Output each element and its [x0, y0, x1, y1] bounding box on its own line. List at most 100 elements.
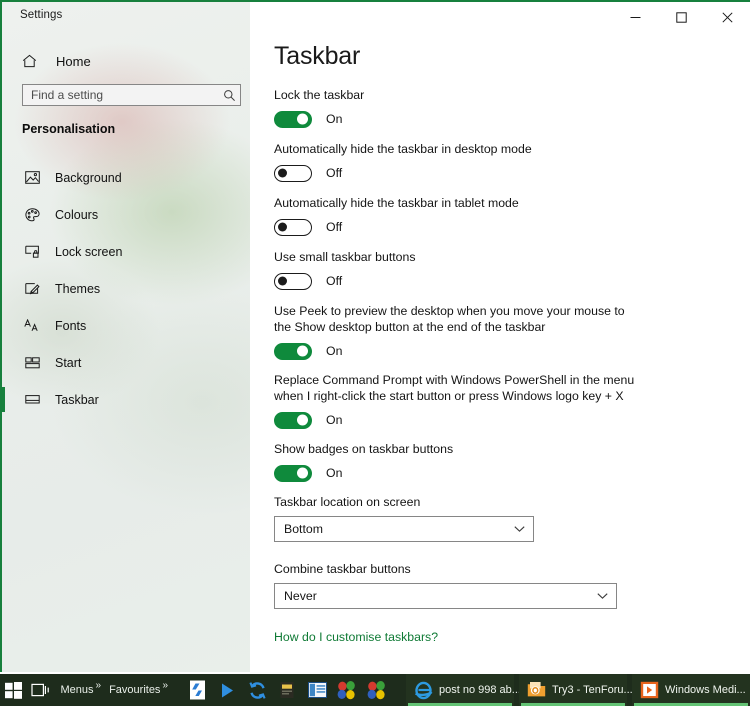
sidebar-item-background[interactable]: Background [2, 159, 250, 196]
dropdown-value: Never [284, 589, 317, 603]
toggle-use-peek[interactable] [274, 342, 312, 360]
sidebar-item-colours[interactable]: Colours [2, 196, 250, 233]
settings-sidebar: Home Personalisation [2, 2, 250, 672]
setting-label: Replace Command Prompt with Windows Powe… [274, 373, 635, 403]
minimize-icon[interactable] [612, 2, 658, 32]
balloons-colour-icon[interactable] [332, 674, 362, 706]
toolbar-menus[interactable]: Menus » [58, 674, 103, 706]
sidebar-item-label: Fonts [55, 318, 87, 333]
chevron-down-icon [514, 526, 525, 533]
sidebar-item-label: Start [55, 355, 82, 370]
toggle-state-label: Off [326, 220, 343, 234]
palette-icon [22, 205, 42, 225]
toggle-auto-hide-tablet-mode[interactable] [274, 218, 312, 236]
toggle-lock-the-taskbar[interactable] [274, 110, 312, 128]
chevron-double-right-icon[interactable]: » [162, 679, 168, 693]
toggle-knob [278, 168, 287, 178]
toggle-knob [297, 345, 308, 357]
toggle-row: On [274, 410, 734, 430]
toggle-state-label: Off [326, 274, 343, 288]
sidebar-item-home[interactable]: Home [2, 47, 250, 75]
sidebar-item-label: Background [55, 170, 122, 185]
help-link-customise-taskbars[interactable]: How do I customise taskbars? [274, 630, 438, 644]
sidebar-item-label: Colours [55, 207, 99, 222]
search-icon[interactable] [218, 85, 240, 105]
sidebar-item-label: Taskbar [55, 392, 99, 407]
close-icon[interactable] [704, 2, 750, 32]
folder-card-icon[interactable] [272, 674, 302, 706]
setting-lock-the-taskbar: Lock the taskbar On [274, 87, 734, 129]
setting-show-badges: Show badges on taskbar buttons On [274, 441, 734, 483]
sidebar-item-start[interactable]: Start [2, 344, 250, 381]
selection-indicator [2, 165, 5, 190]
toggle-show-badges[interactable] [274, 464, 312, 482]
balloons-colour-icon-2[interactable] [362, 674, 392, 706]
setting-taskbar-location: Taskbar location on screen Bottom [274, 494, 534, 542]
sync-refresh-icon[interactable] [242, 674, 272, 706]
sidebar-item-taskbar[interactable]: Taskbar [2, 381, 250, 418]
selection-indicator [2, 313, 5, 338]
setting-label: Use Peek to preview the desktop when you… [274, 304, 625, 334]
setting-replace-command-prompt: Replace Command Prompt with Windows Powe… [274, 372, 734, 430]
setting-auto-hide-tablet-mode: Automatically hide the taskbar in tablet… [274, 195, 734, 237]
search-box[interactable] [22, 84, 241, 106]
taskbar-window-label: Windows Medi... [665, 684, 746, 696]
taskbar-window-button[interactable]: post no 998 ab... [406, 674, 521, 706]
taskbar-window-button[interactable]: Try3 - TenForu... [519, 674, 633, 706]
toggle-state-label: Off [326, 166, 343, 180]
windows-start-icon[interactable] [0, 674, 28, 706]
setting-label: Automatically hide the taskbar in tablet… [274, 196, 519, 210]
toggle-row: Off [274, 217, 734, 237]
toggle-row: Off [274, 163, 734, 183]
setting-use-small-taskbar-buttons: Use small taskbar buttons Off [274, 249, 734, 291]
selection-indicator [2, 239, 5, 264]
selection-indicator [2, 276, 5, 301]
image-icon [22, 168, 42, 188]
setting-label: Combine taskbar buttons [274, 562, 411, 576]
setting-use-peek: Use Peek to preview the desktop when you… [274, 303, 734, 361]
selection-indicator [2, 387, 5, 412]
sidebar-item-label: Themes [55, 281, 101, 296]
toggle-use-small-taskbar-buttons[interactable] [274, 272, 312, 290]
taskbar-window-button[interactable]: Windows Medi... [632, 674, 750, 706]
toolbar-favourites[interactable]: Favourites » [107, 674, 170, 706]
document-blue-icon[interactable] [182, 674, 212, 706]
sidebar-item-themes[interactable]: Themes [2, 270, 250, 307]
setting-label: Use small taskbar buttons [274, 250, 416, 264]
toolbar-label: Favourites [109, 684, 161, 696]
toggle-row: On [274, 463, 734, 483]
home-icon [22, 54, 44, 68]
internet-explorer-icon [413, 680, 433, 700]
book-panel-icon[interactable] [302, 674, 332, 706]
toggle-replace-command-prompt[interactable] [274, 411, 312, 429]
window-title: Settings [20, 9, 63, 21]
window-titlebar[interactable]: Settings [2, 2, 750, 32]
taskbar-window-label: post no 998 ab... [439, 684, 521, 696]
toggle-knob [278, 276, 287, 286]
dropdown-combine-taskbar-buttons[interactable]: Never [274, 583, 617, 609]
start-tiles-icon [22, 353, 42, 373]
outlook-folder-icon [526, 680, 546, 700]
setting-auto-hide-desktop-mode: Automatically hide the taskbar in deskto… [274, 141, 734, 183]
sidebar-item-fonts[interactable]: Fonts [2, 307, 250, 344]
setting-label: Taskbar location on screen [274, 495, 421, 509]
play-triangle-icon[interactable] [212, 674, 242, 706]
toolbar-label: Menus [60, 684, 94, 696]
sidebar-item-lock-screen[interactable]: Lock screen [2, 233, 250, 270]
settings-window-screen: Home Personalisation [0, 0, 750, 706]
maximize-icon[interactable] [658, 2, 704, 32]
toggle-auto-hide-desktop-mode[interactable] [274, 164, 312, 182]
toggle-state-label: On [326, 466, 343, 480]
dropdown-taskbar-location[interactable]: Bottom [274, 516, 534, 542]
toggle-row: On [274, 109, 734, 129]
task-view-icon[interactable] [28, 674, 55, 706]
chevron-double-right-icon[interactable]: » [96, 679, 102, 693]
sidebar-item-label: Lock screen [55, 244, 123, 259]
windows-media-player-icon [639, 680, 659, 700]
themes-brush-icon [22, 279, 42, 299]
setting-combine-taskbar-buttons: Combine taskbar buttons Never [274, 561, 617, 609]
search-input[interactable] [23, 85, 218, 105]
toggle-state-label: On [326, 112, 343, 126]
setting-label: Lock the taskbar [274, 88, 365, 102]
sidebar-home-label: Home [56, 53, 91, 69]
